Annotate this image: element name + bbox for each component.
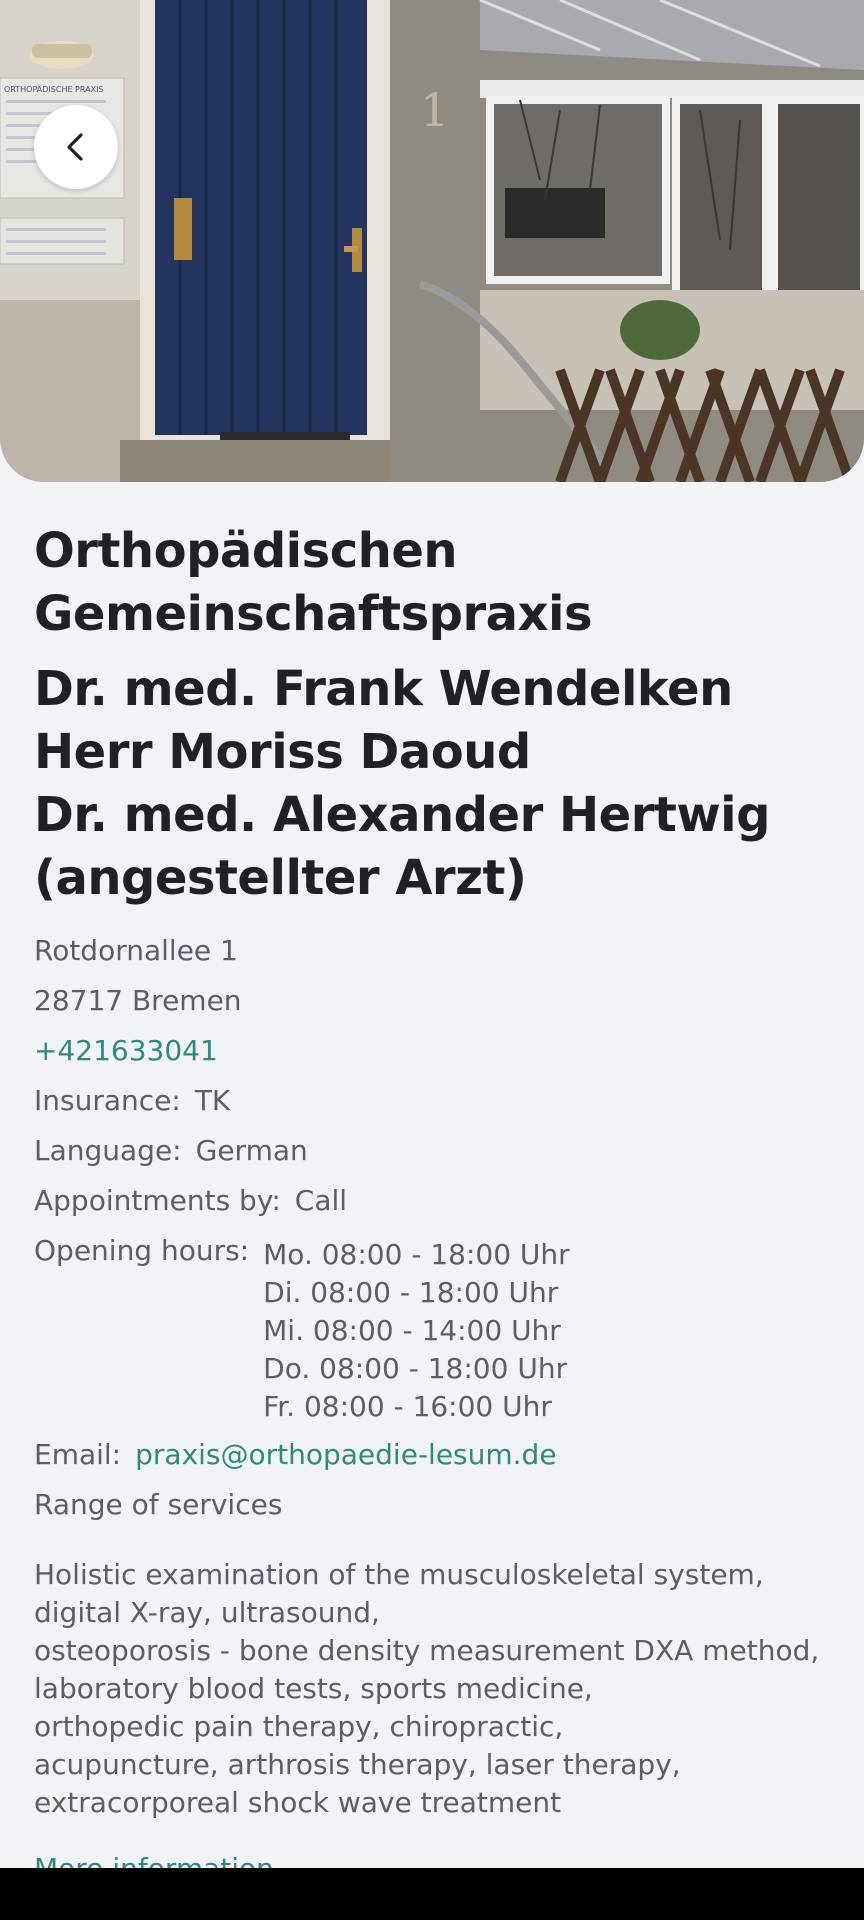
services-line: laboratory blood tests, sports medicine,	[34, 1672, 593, 1705]
language-value: German	[195, 1134, 308, 1167]
hero-house-number: 1	[420, 83, 449, 137]
services-line: osteoporosis - bone density measurement …	[34, 1634, 820, 1667]
hero-photo: ORTHOPÄDISCHE PRAXIS 1	[0, 0, 864, 482]
practice-title: Orthopädischen Gemeinschaftspraxis	[34, 523, 593, 642]
language-row: Language: German	[34, 1126, 834, 1176]
insurance-label: Insurance:	[34, 1084, 181, 1117]
opening-hours-item: Fr. 08:00 - 16:00 Uhr	[263, 1390, 552, 1423]
insurance-row: Insurance: TK	[34, 1076, 834, 1126]
opening-hours: Opening hours: Mo. 08:00 - 18:00 Uhr Di.…	[34, 1226, 834, 1426]
system-navigation-bar	[0, 1868, 864, 1920]
services-line: extracorporeal shock wave treatment	[34, 1786, 562, 1819]
doctor-list: Dr. med. Frank Wendelken Herr Moriss Dao…	[34, 658, 834, 910]
services-line: digital X-ray, ultrasound,	[34, 1596, 380, 1629]
insurance-value: TK	[194, 1084, 231, 1117]
services-heading: Range of services	[34, 1488, 283, 1521]
doctor-name: (angestellter Arzt)	[34, 850, 527, 906]
email-row: Email: praxis@orthopaedie-lesum.de	[34, 1430, 834, 1480]
opening-hours-item: Di. 08:00 - 18:00 Uhr	[263, 1276, 559, 1309]
doctor-name: Dr. med. Frank Wendelken	[34, 661, 733, 717]
back-button[interactable]	[34, 105, 118, 189]
opening-hours-label: Opening hours:	[34, 1234, 250, 1267]
address-line-1: Rotdornallee 1	[34, 934, 238, 967]
opening-hours-list: Mo. 08:00 - 18:00 Uhr Di. 08:00 - 18:00 …	[263, 1236, 570, 1426]
services-line: Holistic examination of the musculoskele…	[34, 1558, 764, 1591]
language-label: Language:	[34, 1134, 182, 1167]
services-line: acupuncture, arthrosis therapy, laser th…	[34, 1748, 681, 1781]
services-line: orthopedic pain therapy, chiropractic,	[34, 1710, 564, 1743]
chevron-left-icon	[67, 133, 83, 161]
opening-hours-item: Do. 08:00 - 18:00 Uhr	[263, 1352, 568, 1385]
opening-hours-item: Mi. 08:00 - 14:00 Uhr	[263, 1314, 561, 1347]
doctor-name: Dr. med. Alexander Hertwig	[34, 787, 770, 843]
email-label: Email:	[34, 1438, 122, 1471]
services-description: Holistic examination of the musculoskele…	[34, 1556, 834, 1822]
hero-sign-text: ORTHOPÄDISCHE PRAXIS	[4, 84, 104, 94]
appointments-value: Call	[294, 1184, 348, 1217]
phone-link[interactable]: +421633041	[34, 1026, 834, 1076]
appointments-label: Appointments by:	[34, 1184, 281, 1217]
opening-hours-item: Mo. 08:00 - 18:00 Uhr	[263, 1238, 570, 1271]
email-link[interactable]: praxis@orthopaedie-lesum.de	[135, 1438, 556, 1471]
practice-details: Orthopädischen Gemeinschaftspraxis Dr. m…	[34, 520, 834, 1822]
address-line-2: 28717 Bremen	[34, 984, 242, 1017]
practice-entrance-image: ORTHOPÄDISCHE PRAXIS 1	[0, 0, 864, 482]
contact-info: Rotdornallee 1 28717 Bremen +421633041 I…	[34, 926, 834, 1530]
appointments-row: Appointments by: Call	[34, 1176, 834, 1226]
doctor-name: Herr Moriss Daoud	[34, 724, 531, 780]
